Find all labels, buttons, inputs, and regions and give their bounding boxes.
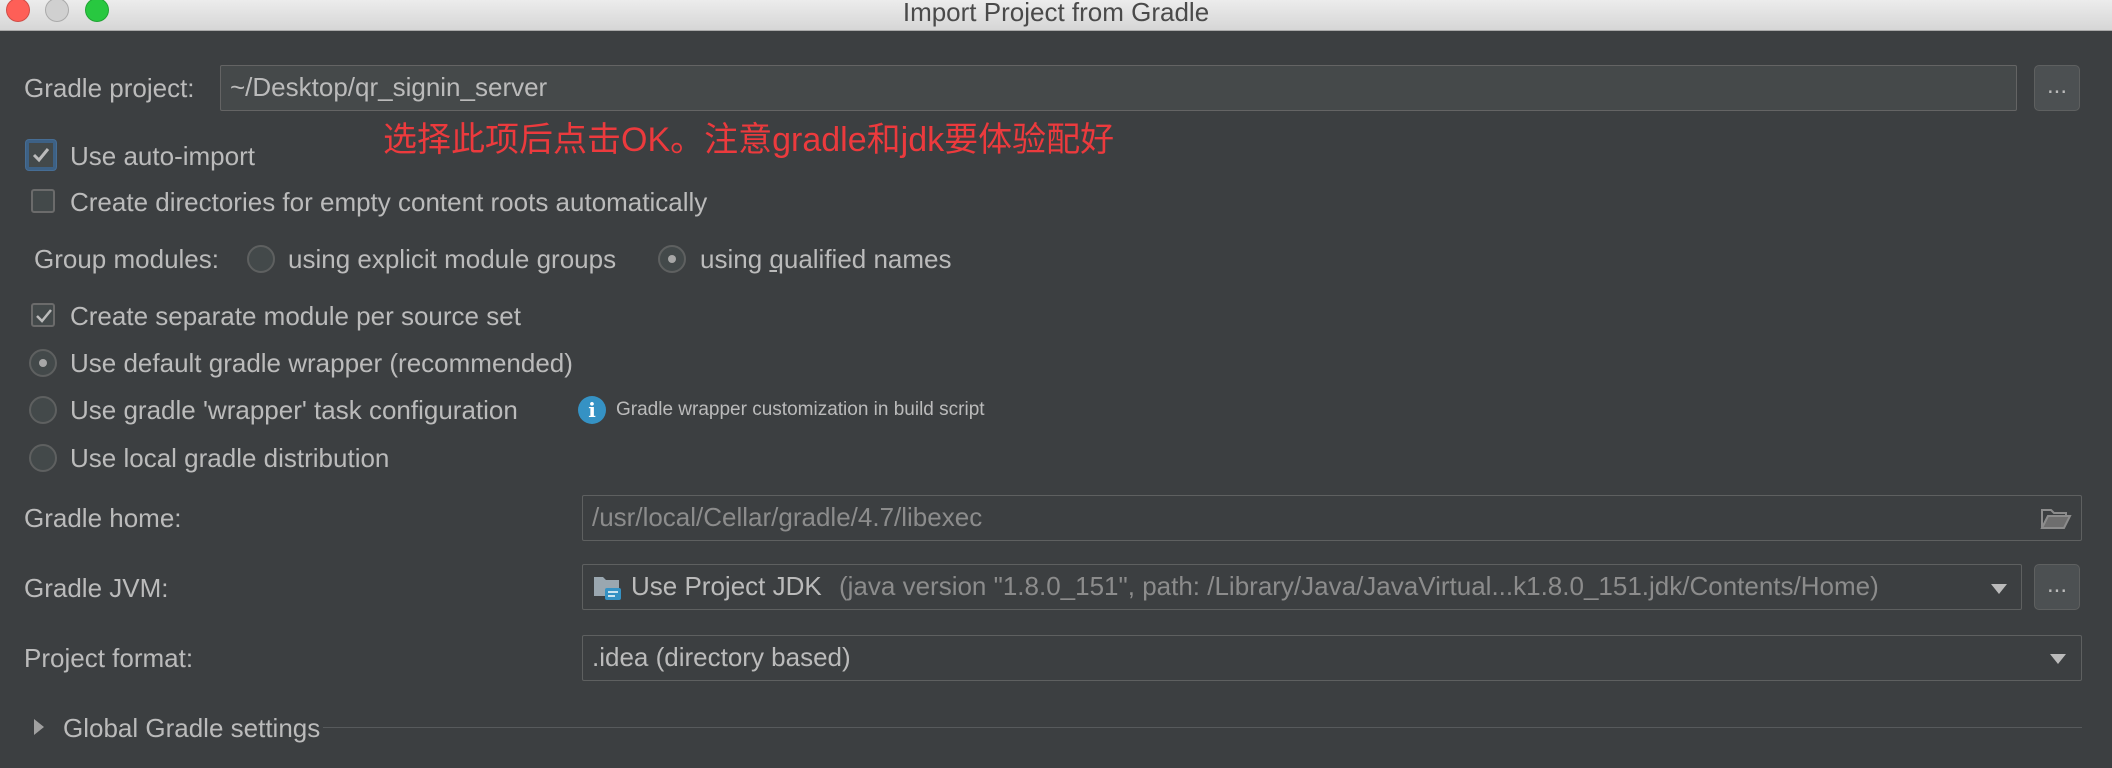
folder-icon[interactable] bbox=[2040, 506, 2072, 530]
chevron-down-icon[interactable] bbox=[2050, 654, 2066, 664]
checkmark-icon bbox=[32, 148, 50, 163]
gradle-home-value: /usr/local/Cellar/gradle/4.7/libexec bbox=[592, 502, 983, 532]
gradle-project-browse-button[interactable]: ... bbox=[2034, 65, 2080, 111]
info-icon: i bbox=[578, 396, 606, 424]
auto-import-checkbox[interactable] bbox=[26, 140, 56, 170]
disclosure-triangle-icon[interactable] bbox=[34, 719, 44, 735]
project-format-select[interactable]: .idea (directory based) bbox=[582, 635, 2082, 681]
section-divider bbox=[323, 727, 2082, 728]
window-title: Import Project from Gradle bbox=[902, 0, 1210, 27]
gradle-jvm-label: Gradle JVM: bbox=[24, 573, 169, 603]
separate-module-checkbox[interactable] bbox=[31, 303, 55, 327]
explicit-module-groups-label[interactable]: using explicit module groups bbox=[288, 243, 616, 275]
title-bar: Import Project from Gradle bbox=[0, 0, 2112, 31]
auto-import-label[interactable]: Use auto-import bbox=[70, 140, 255, 172]
gradle-jvm-value-detail: (java version "1.8.0_151", path: /Librar… bbox=[839, 571, 1879, 601]
gradle-project-label: Gradle project: bbox=[24, 73, 195, 103]
explicit-module-groups-radio[interactable] bbox=[247, 245, 275, 273]
gradle-jvm-browse-button[interactable]: ... bbox=[2034, 564, 2080, 610]
create-directories-label[interactable]: Create directories for empty content roo… bbox=[70, 186, 707, 218]
group-modules-label: Group modules: bbox=[34, 244, 219, 274]
qualified-names-mnemonic: q bbox=[769, 244, 784, 274]
gradle-jvm-select[interactable]: Use Project JDK (java version "1.8.0_151… bbox=[582, 564, 2022, 610]
gradle-home-input: /usr/local/Cellar/gradle/4.7/libexec bbox=[582, 495, 2082, 541]
wrapper-info-text: Gradle wrapper customization in build sc… bbox=[616, 399, 985, 420]
chevron-down-icon[interactable] bbox=[1991, 584, 2007, 594]
wrapper-task-label[interactable]: Use gradle 'wrapper' task configuration bbox=[70, 394, 518, 426]
default-wrapper-radio[interactable] bbox=[29, 349, 57, 377]
checkmark-icon bbox=[36, 309, 52, 323]
gradle-home-label: Gradle home: bbox=[24, 503, 182, 533]
global-gradle-settings-toggle[interactable]: Global Gradle settings bbox=[63, 712, 320, 744]
qualified-names-radio[interactable] bbox=[658, 245, 686, 273]
default-wrapper-label[interactable]: Use default gradle wrapper (recommended) bbox=[70, 347, 573, 379]
qualified-names-label[interactable]: using qualified names bbox=[700, 243, 952, 275]
qualified-names-text-pre: using bbox=[700, 244, 770, 274]
gradle-project-path-input[interactable]: ~/Desktop/qr_signin_server bbox=[220, 65, 2017, 111]
wrapper-task-radio[interactable] bbox=[29, 396, 57, 424]
local-distribution-label[interactable]: Use local gradle distribution bbox=[70, 442, 389, 474]
annotation-text: 选择此项后点击OK。注意gradle和jdk要体验配好 bbox=[383, 121, 1115, 159]
local-distribution-radio[interactable] bbox=[29, 444, 57, 472]
qualified-names-text-post: ualified names bbox=[783, 244, 952, 274]
gradle-jvm-value-main: Use Project JDK bbox=[631, 571, 822, 601]
separate-module-label[interactable]: Create separate module per source set bbox=[70, 300, 521, 332]
create-directories-checkbox[interactable] bbox=[31, 189, 55, 213]
jdk-folder-icon bbox=[594, 577, 621, 600]
gradle-project-path-value: ~/Desktop/qr_signin_server bbox=[230, 72, 548, 102]
project-format-label: Project format: bbox=[24, 643, 194, 673]
project-format-value: .idea (directory based) bbox=[592, 642, 851, 672]
